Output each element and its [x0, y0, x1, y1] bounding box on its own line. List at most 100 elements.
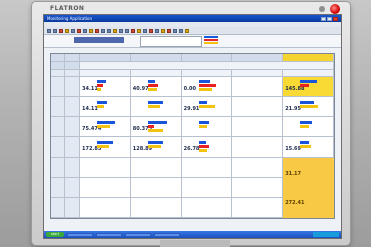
data-cell-highlight[interactable]: 31.17 272.41 [283, 157, 334, 218]
corner-header [65, 62, 80, 70]
data-cell[interactable] [130, 177, 182, 198]
data-cell[interactable] [232, 97, 284, 118]
cell-value: 29.91 [183, 105, 200, 112]
bar-red [198, 144, 209, 148]
data-cell[interactable]: 128.89 [130, 137, 182, 158]
toolbar-icon[interactable] [179, 28, 183, 33]
column-header[interactable] [181, 54, 233, 62]
row-header[interactable] [51, 137, 65, 158]
data-cell[interactable] [130, 97, 182, 118]
close-icon[interactable] [333, 16, 338, 21]
data-cell[interactable]: 26.78 [181, 137, 233, 158]
data-cell[interactable]: 14.11 [80, 97, 131, 118]
row-header[interactable] [51, 77, 65, 98]
toolbar-icon[interactable] [101, 28, 105, 33]
data-cell[interactable]: 80.373 [130, 117, 182, 138]
monitor-screen: Monitoring Application 34.11 40.97 0.00 … [43, 14, 342, 239]
toolbar-icon[interactable] [137, 28, 141, 33]
data-cell[interactable] [130, 157, 182, 178]
data-grid: 34.11 40.97 0.00 145.88 14.11 29.91 21.9… [50, 53, 335, 219]
toolbar-icon[interactable] [149, 28, 153, 33]
column-header[interactable] [130, 54, 182, 62]
toolbar-icon[interactable] [107, 28, 111, 33]
cell-value: 15.69 [285, 146, 302, 153]
bar-yellow [96, 104, 105, 108]
taskbar-item[interactable] [96, 232, 122, 237]
toolbar-icon[interactable] [161, 28, 165, 33]
data-cell[interactable] [232, 117, 284, 138]
data-cell[interactable]: 172.85 [80, 137, 131, 158]
maximize-icon[interactable] [327, 16, 332, 21]
start-button[interactable]: start [46, 232, 64, 237]
cell-bars [147, 80, 178, 92]
cell-bars [198, 100, 229, 109]
bar-yellow [147, 88, 157, 92]
data-cell[interactable]: 21.95 [283, 97, 334, 118]
data-cell[interactable] [130, 197, 182, 218]
row-subheader [65, 137, 80, 158]
legend-swatch-red [204, 39, 218, 41]
toolbar-icon[interactable] [83, 28, 87, 33]
row-header[interactable] [51, 197, 65, 218]
data-cell[interactable] [232, 197, 284, 218]
system-tray[interactable] [313, 232, 339, 237]
toolbar-icon[interactable] [95, 28, 99, 33]
bar-blue [96, 140, 114, 144]
column-header-selected[interactable] [283, 54, 334, 62]
column-header[interactable] [232, 54, 284, 62]
toolbar-icon[interactable] [155, 28, 159, 33]
toolbar-icon[interactable] [59, 28, 63, 33]
bar-yellow [96, 144, 109, 148]
toolbar [44, 27, 341, 35]
bar-blue [96, 120, 115, 124]
toolbar-icon[interactable] [185, 28, 189, 33]
column-header[interactable] [80, 54, 131, 62]
data-cell[interactable] [181, 157, 233, 178]
data-cell[interactable]: 75.474 [80, 117, 131, 138]
toolbar-icon[interactable] [53, 28, 57, 33]
toolbar-icon[interactable] [113, 28, 117, 33]
data-cell[interactable] [181, 117, 233, 138]
data-cell[interactable] [181, 197, 233, 218]
toolbar-icon[interactable] [167, 28, 171, 33]
toolbar-icon[interactable] [173, 28, 177, 33]
data-cell[interactable]: 34.11 [80, 77, 131, 98]
toolbar-icon[interactable] [119, 28, 123, 33]
toolbar-icon[interactable] [143, 28, 147, 33]
toolbar-icon[interactable] [77, 28, 81, 33]
row-header[interactable] [51, 117, 65, 138]
data-cell-highlight[interactable]: 145.88 [283, 77, 334, 98]
data-cell[interactable] [232, 157, 284, 178]
data-cell[interactable] [80, 177, 131, 198]
data-cell[interactable] [232, 137, 284, 158]
row-header[interactable] [51, 157, 65, 178]
data-cell[interactable] [232, 177, 284, 198]
row-header[interactable] [51, 97, 65, 118]
data-cell[interactable]: 40.97 [130, 77, 182, 98]
data-cell[interactable]: 0.00 [181, 77, 233, 98]
monitor-button[interactable] [319, 6, 325, 12]
toolbar-icon[interactable] [89, 28, 93, 33]
data-cell[interactable] [232, 77, 284, 98]
data-cell[interactable] [181, 177, 233, 198]
bar-red [300, 84, 310, 88]
toolbar-icon[interactable] [71, 28, 75, 33]
data-cell[interactable] [80, 157, 131, 178]
taskbar-item[interactable] [154, 232, 180, 237]
toolbar-icon[interactable] [131, 28, 135, 33]
info-field[interactable] [140, 36, 202, 47]
data-cell[interactable] [283, 117, 334, 138]
toolbar-icon[interactable] [125, 28, 129, 33]
data-cell[interactable]: 29.91 [181, 97, 233, 118]
bar-blue [147, 100, 163, 104]
toolbar-icon[interactable] [65, 28, 69, 33]
bar-red [147, 124, 154, 128]
data-cell[interactable]: 15.69 [283, 137, 334, 158]
bar-red [198, 84, 217, 88]
toolbar-icon[interactable] [47, 28, 51, 33]
taskbar-item[interactable] [125, 232, 151, 237]
taskbar-item[interactable] [67, 232, 93, 237]
data-cell[interactable] [80, 197, 131, 218]
row-header[interactable] [51, 177, 65, 198]
minimize-icon[interactable] [321, 16, 326, 21]
